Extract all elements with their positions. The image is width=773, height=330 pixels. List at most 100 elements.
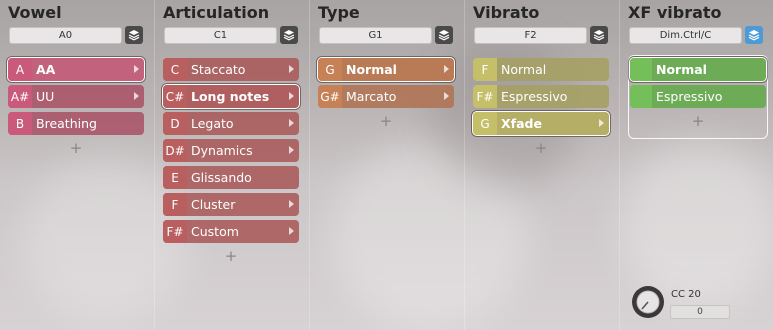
add-item-button[interactable]: + — [163, 247, 299, 265]
column-title: Articulation — [163, 3, 270, 22]
item-label: Marcato — [346, 89, 397, 104]
list-item[interactable]: F# Espressivo — [473, 85, 609, 108]
key-label: G — [473, 112, 497, 135]
cc-value-field[interactable]: 0 — [670, 305, 730, 319]
add-item-button[interactable]: + — [8, 139, 144, 157]
key-label: C — [163, 58, 187, 81]
articulation-column: Articulation C1 C Staccato C# Long notes D… — [155, 0, 310, 330]
chevron-right-icon — [444, 92, 449, 100]
key-label: G# — [318, 85, 342, 108]
list-item[interactable]: D# Dynamics — [163, 139, 299, 162]
key-label: E — [163, 166, 187, 189]
item-label: Legato — [191, 116, 234, 131]
key-label: G — [318, 58, 342, 81]
key-label: F# — [163, 220, 187, 243]
key-label — [630, 58, 652, 81]
cc-label: CC 20 — [671, 289, 701, 300]
vowel-list: A AA A# UU B Breathing + — [8, 58, 144, 157]
layers-icon — [593, 30, 605, 41]
list-item[interactable]: G Normal — [318, 58, 454, 81]
key-switch-field[interactable]: C1 — [164, 27, 277, 44]
item-label: Xfade — [501, 116, 542, 131]
chevron-right-icon — [134, 92, 139, 100]
item-label: Normal — [656, 62, 707, 77]
column-title: Type — [318, 3, 360, 22]
item-label: Breathing — [36, 116, 97, 131]
list-item[interactable]: F Normal — [473, 58, 609, 81]
item-label: Staccato — [191, 62, 246, 77]
list-item[interactable]: F# Custom — [163, 220, 299, 243]
layers-icon — [748, 30, 760, 41]
add-item-button[interactable]: + — [630, 112, 766, 130]
key-switch-field[interactable]: Dim.Ctrl/C — [629, 27, 742, 44]
vowel-column: Vowel A0 A AA A# UU B Breathing + — [0, 0, 155, 330]
item-label: Dynamics — [191, 143, 253, 158]
list-item[interactable]: A# UU — [8, 85, 144, 108]
chevron-right-icon — [289, 227, 294, 235]
item-label: Long notes — [191, 89, 270, 104]
key-label: B — [8, 112, 32, 135]
item-label: AA — [36, 62, 56, 77]
chevron-right-icon — [134, 65, 139, 73]
xf-vibrato-list: Normal Espressivo + — [630, 58, 766, 130]
layers-button[interactable] — [280, 26, 298, 44]
key-label: A — [8, 58, 32, 81]
vibrato-column: Vibrato F2 F Normal F# Espressivo G Xfade + — [465, 0, 620, 330]
item-label: Espressivo — [656, 89, 723, 104]
add-item-button[interactable]: + — [318, 112, 454, 130]
key-switch-field[interactable]: F2 — [474, 27, 587, 44]
item-label: Glissando — [191, 170, 252, 185]
layers-icon — [438, 30, 450, 41]
key-switch-field[interactable]: G1 — [319, 27, 432, 44]
layers-button[interactable] — [745, 26, 763, 44]
list-item[interactable]: A AA — [8, 58, 144, 81]
key-label: D# — [163, 139, 187, 162]
key-label: C# — [163, 85, 187, 108]
item-label: Normal — [346, 62, 397, 77]
column-title: Vibrato — [473, 3, 540, 22]
knob-icon — [632, 286, 664, 318]
item-label: Normal — [501, 62, 547, 77]
chevron-right-icon — [289, 92, 294, 100]
list-item[interactable]: F Cluster — [163, 193, 299, 216]
xf-vibrato-column: XF vibrato Dim.Ctrl/C Normal Espressivo … — [620, 0, 773, 330]
list-item[interactable]: Espressivo — [630, 85, 766, 108]
key-switch-field[interactable]: A0 — [9, 27, 122, 44]
list-item[interactable]: B Breathing — [8, 112, 144, 135]
chevron-right-icon — [599, 119, 604, 127]
key-label: F — [473, 58, 497, 81]
list-item[interactable]: G# Marcato — [318, 85, 454, 108]
key-label: F# — [473, 85, 497, 108]
type-list: G Normal G# Marcato + — [318, 58, 454, 130]
layers-button[interactable] — [435, 26, 453, 44]
layers-icon — [128, 30, 140, 41]
item-label: Cluster — [191, 197, 236, 212]
articulation-list: C Staccato C# Long notes D Legato D# Dynamic… — [163, 58, 299, 265]
add-item-button[interactable]: + — [473, 139, 609, 157]
chevron-right-icon — [289, 65, 294, 73]
chevron-right-icon — [289, 119, 294, 127]
item-label: UU — [36, 89, 55, 104]
item-label: Custom — [191, 224, 239, 239]
list-item[interactable]: Normal — [630, 58, 766, 81]
key-label: D — [163, 112, 187, 135]
type-column: Type G1 G Normal G# Marcato + — [310, 0, 465, 330]
list-item[interactable]: D Legato — [163, 112, 299, 135]
list-item[interactable]: C# Long notes — [163, 85, 299, 108]
list-item[interactable]: G Xfade — [473, 112, 609, 135]
key-label: F — [163, 193, 187, 216]
chevron-right-icon — [289, 146, 294, 154]
list-item[interactable]: C Staccato — [163, 58, 299, 81]
list-item[interactable]: E Glissando — [163, 166, 299, 189]
key-label: A# — [8, 85, 32, 108]
layers-icon — [283, 30, 295, 41]
cc-knob[interactable] — [631, 285, 665, 319]
column-title: Vowel — [8, 3, 62, 22]
column-title: XF vibrato — [628, 3, 722, 22]
layers-button[interactable] — [590, 26, 608, 44]
item-label: Espressivo — [501, 89, 568, 104]
vibrato-list: F Normal F# Espressivo G Xfade + — [473, 58, 609, 157]
key-label — [630, 85, 652, 108]
layers-button[interactable] — [125, 26, 143, 44]
chevron-right-icon — [444, 65, 449, 73]
